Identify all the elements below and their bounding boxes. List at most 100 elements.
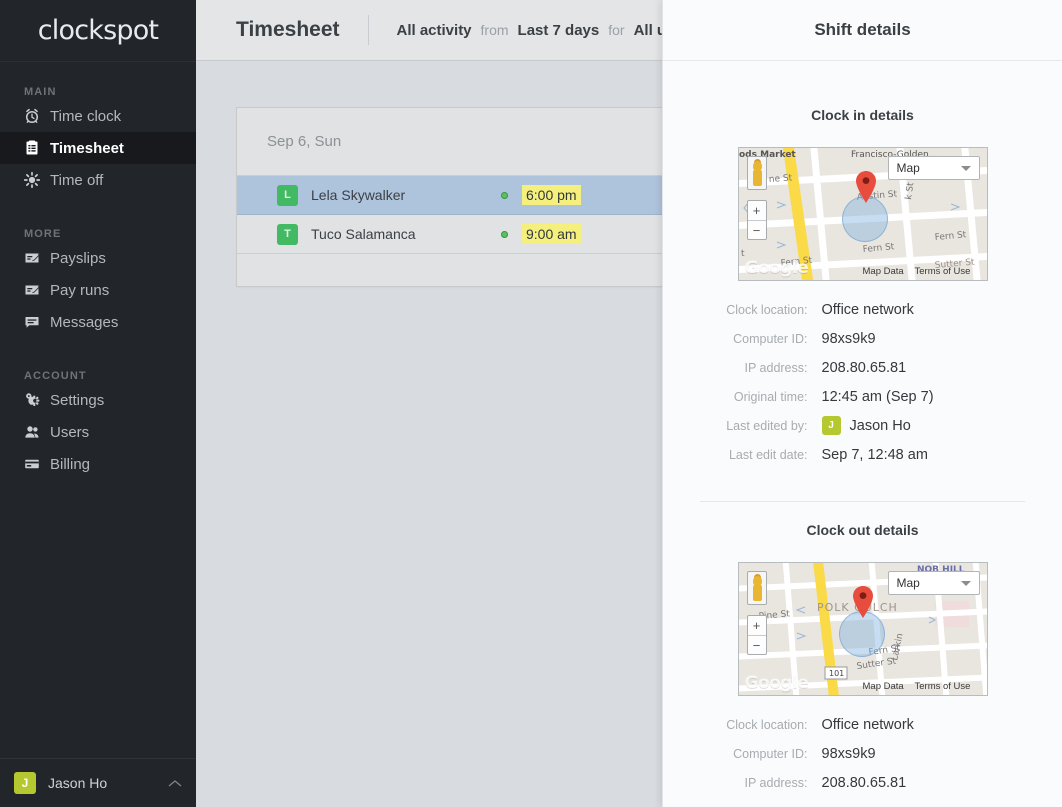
field-ip-address: IP address: 208.80.65.81 (698, 353, 1028, 382)
filter-date-range[interactable]: Last 7 days (518, 22, 600, 39)
map-type-select[interactable]: Map (888, 156, 980, 180)
chevron-down-icon (961, 581, 971, 586)
map-data-link[interactable]: Map Data (863, 266, 904, 277)
nav-group-label-account: ACCOUNT (0, 368, 196, 384)
location-pin-icon (851, 585, 875, 619)
avatar: J (822, 416, 841, 435)
zoom-in-button[interactable]: + (748, 201, 766, 220)
field-clock-location: Clock location: Office network (698, 295, 1028, 324)
sidebar-item-users[interactable]: Users (0, 416, 196, 448)
map-type-label: Map (897, 161, 961, 175)
sidebar-item-time-clock[interactable]: Time clock (0, 100, 196, 132)
chevron-down-icon (961, 166, 971, 171)
field-key: Computer ID: (698, 747, 822, 761)
clock-out-fields: Clock location: Office network Computer … (698, 696, 1028, 797)
sidebar-item-label: Time clock (50, 108, 121, 125)
svg-text:ne St: ne St (768, 173, 792, 185)
map-type-select[interactable]: Map (888, 571, 980, 595)
field-key: Computer ID: (698, 332, 822, 346)
field-key: IP address: (698, 361, 822, 375)
sidebar-item-timesheet[interactable]: Timesheet (0, 132, 196, 164)
sidebar-item-label: Messages (50, 314, 118, 331)
zoom-out-button[interactable]: − (748, 635, 766, 655)
sidebar-item-label: Users (50, 424, 89, 441)
map-zoom-controls[interactable]: + − (747, 200, 767, 240)
credit-card-icon (24, 456, 50, 472)
shift-details-panel: Shift details Clock in details ods Marke… (662, 0, 1062, 807)
chevron-up-icon[interactable] (168, 776, 182, 791)
terms-of-use-link[interactable]: Terms of Use (915, 681, 971, 692)
field-key: Original time: (698, 390, 822, 404)
field-clock-location: Clock location: Office network (698, 710, 1028, 739)
panel-title: Shift details (814, 20, 910, 40)
sidebar-item-settings[interactable]: Settings (0, 384, 196, 416)
sun-icon (24, 172, 50, 188)
terms-of-use-link[interactable]: Terms of Use (915, 266, 971, 277)
sidebar-item-label: Settings (50, 392, 104, 409)
sidebar-item-label: Time off (50, 172, 103, 189)
clock-out-section-title: Clock out details (663, 522, 1062, 538)
clock-out-map[interactable]: NOB HILL POLK GULCH Pine St Fern St Sutt… (738, 562, 988, 696)
clock-in-dot-icon (501, 192, 508, 199)
field-key: Last edited by: (698, 419, 822, 433)
document-pen-icon (24, 282, 50, 298)
gear-icon (24, 392, 50, 408)
sidebar-item-time-off[interactable]: Time off (0, 164, 196, 196)
field-key: Clock location: (698, 718, 822, 732)
sidebar-item-label: Billing (50, 456, 90, 473)
google-logo: Google (745, 258, 809, 278)
field-last-edit-date: Last edit date: Sep 7, 12:48 am (698, 440, 1028, 469)
field-value: 208.80.65.81 (822, 360, 907, 376)
divider (368, 15, 369, 45)
filter-activity[interactable]: All activity (397, 22, 472, 39)
zoom-out-button[interactable]: − (748, 220, 766, 240)
clock-in-dot-icon (501, 231, 508, 238)
map-zoom-controls[interactable]: + − (747, 615, 767, 655)
sidebar-item-billing[interactable]: Billing (0, 448, 196, 480)
section-divider (700, 501, 1025, 502)
clock-in-map[interactable]: ods Market Francisco-Golden... ne St Aus… (738, 147, 988, 281)
field-computer-id: Computer ID: 98xs9k9 (698, 739, 1028, 768)
field-value: Office network (822, 717, 914, 733)
field-value: Office network (822, 302, 914, 318)
field-key: Last edit date: (698, 448, 822, 462)
clock-in-time[interactable]: 9:00 am (522, 224, 581, 244)
page-title: Timesheet (236, 18, 340, 42)
nav-group-label-main: MAIN (0, 84, 196, 100)
employee-name: Tuco Salamanca (311, 226, 501, 242)
sidebar-item-payslips[interactable]: Payslips (0, 242, 196, 274)
sidebar-user-menu[interactable]: J Jason Ho (0, 758, 196, 807)
field-key: Clock location: (698, 303, 822, 317)
avatar: T (277, 224, 298, 245)
logo[interactable]: clockspot (0, 0, 196, 62)
svg-text:101: 101 (829, 669, 844, 678)
field-value: Sep 7, 12:48 am (822, 447, 928, 463)
field-value: 98xs9k9 (822, 746, 876, 762)
sidebar-item-pay-runs[interactable]: Pay runs (0, 274, 196, 306)
google-logo: Google (745, 673, 809, 693)
sidebar-item-label: Payslips (50, 250, 106, 267)
filter-for-label: for (608, 22, 624, 38)
sidebar-item-messages[interactable]: Messages (0, 306, 196, 338)
employee-name: Lela Skywalker (311, 187, 501, 203)
avatar: L (277, 185, 298, 206)
sidebar: clockspot MAIN Time clock Timesheet Time… (0, 0, 196, 807)
field-value: Jason Ho (850, 418, 911, 434)
clock-in-time[interactable]: 6:00 pm (522, 185, 581, 205)
avatar: J (14, 772, 36, 794)
nav-group-label-more: MORE (0, 226, 196, 242)
alarm-clock-icon (24, 108, 50, 124)
map-type-label: Map (897, 576, 961, 590)
street-view-peg-icon[interactable] (747, 571, 767, 605)
users-icon (24, 424, 50, 440)
document-pen-icon (24, 250, 50, 266)
map-data-link[interactable]: Map Data (863, 681, 904, 692)
day-label: Sep 6, Sun (267, 133, 341, 150)
field-value: 98xs9k9 (822, 331, 876, 347)
location-pin-icon (854, 170, 878, 204)
sidebar-user-name: Jason Ho (48, 775, 168, 791)
field-value: 12:45 am (Sep 7) (822, 389, 934, 405)
zoom-in-button[interactable]: + (748, 616, 766, 635)
street-view-peg-icon[interactable] (747, 156, 767, 190)
field-value: 208.80.65.81 (822, 775, 907, 791)
